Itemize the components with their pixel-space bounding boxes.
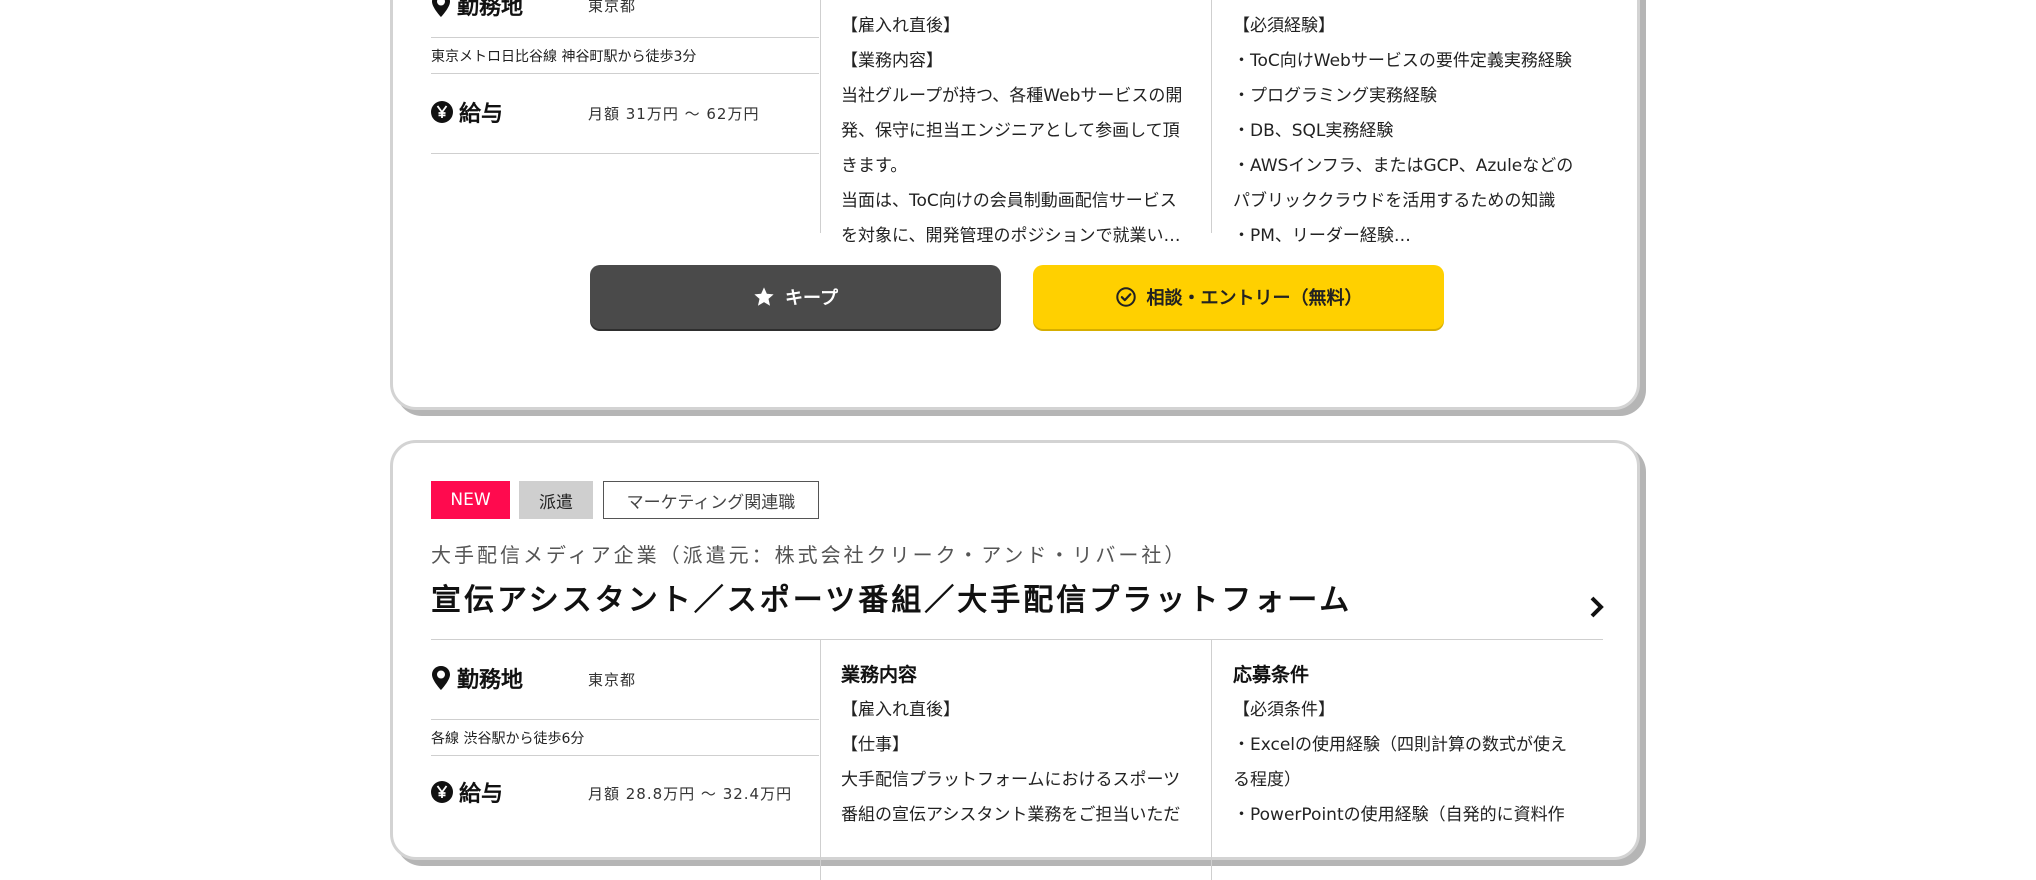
keep-button[interactable]: キープ: [590, 265, 1001, 329]
new-badge: NEW: [431, 481, 510, 519]
location-label: 勤務地: [431, 0, 523, 21]
check-circle-icon: [1115, 287, 1136, 307]
location-value: 東京都: [588, 671, 637, 689]
category-tag: マーケティング関連職: [603, 481, 819, 519]
requirements: 【必須条件】 ・Excelの使用経験（四則計算の数式が使え る程度） ・Powe…: [1233, 700, 1568, 825]
divider: [431, 639, 1603, 640]
requirements-heading: 応募条件: [1233, 664, 1310, 686]
company-name: 大手配信メディア企業（派遣元：株式会社クリーク・アンド・リバー社）: [431, 543, 1188, 567]
entry-button[interactable]: 相談・エントリー（無料）: [1033, 265, 1444, 329]
column-divider: [1211, 0, 1212, 233]
column-divider: [820, 640, 821, 880]
map-pin-icon: [432, 666, 450, 690]
star-icon: [754, 287, 774, 306]
salary-label: 給与: [431, 96, 503, 128]
job-card-1: 勤務地 東京都 東京メトロ日比谷線 神谷町駅から徒歩3分 給与 月額 31万円 …: [390, 0, 1640, 410]
divider: [431, 73, 819, 74]
salary-value: 月額 31万円 ～ 62万円: [588, 105, 760, 123]
column-divider: [820, 0, 821, 233]
job-card-2[interactable]: NEW 派遣 マーケティング関連職 大手配信メディア企業（派遣元：株式会社クリー…: [390, 440, 1640, 880]
yen-icon: [431, 101, 453, 123]
map-pin-icon: [432, 0, 450, 17]
divider: [431, 755, 819, 756]
divider: [431, 719, 819, 720]
access-info: 東京メトロ日比谷線 神谷町駅から徒歩3分: [431, 49, 697, 65]
chevron-right-icon[interactable]: [1588, 595, 1606, 623]
divider: [431, 37, 819, 38]
job-title[interactable]: 宣伝アシスタント／スポーツ番組／大手配信プラットフォーム: [431, 575, 1352, 619]
salary-label: 給与: [431, 776, 503, 808]
column-divider: [1211, 640, 1212, 880]
salary-value: 月額 28.8万円 ～ 32.4万円: [588, 785, 793, 803]
job-description: 【雇入れ直後】 【業務内容】 当社グループが持つ、各種Webサービスの開 発、保…: [841, 16, 1183, 246]
location-label: 勤務地: [431, 662, 523, 694]
access-info: 各線 渋谷駅から徒歩6分: [431, 731, 585, 747]
location-value: 東京都: [588, 0, 637, 15]
employment-type-tag: 派遣: [519, 481, 593, 519]
divider: [431, 153, 819, 154]
yen-icon: [431, 781, 453, 803]
job-description-heading: 業務内容: [841, 664, 918, 686]
requirements: 【必須経験】 ・ToC向けWebサービスの要件定義実務経験 ・プログラミング実務…: [1233, 16, 1574, 246]
job-description: 【雇入れ直後】 【仕事】 大手配信プラットフォームにおけるスポーツ 番組の宣伝ア…: [841, 700, 1181, 825]
